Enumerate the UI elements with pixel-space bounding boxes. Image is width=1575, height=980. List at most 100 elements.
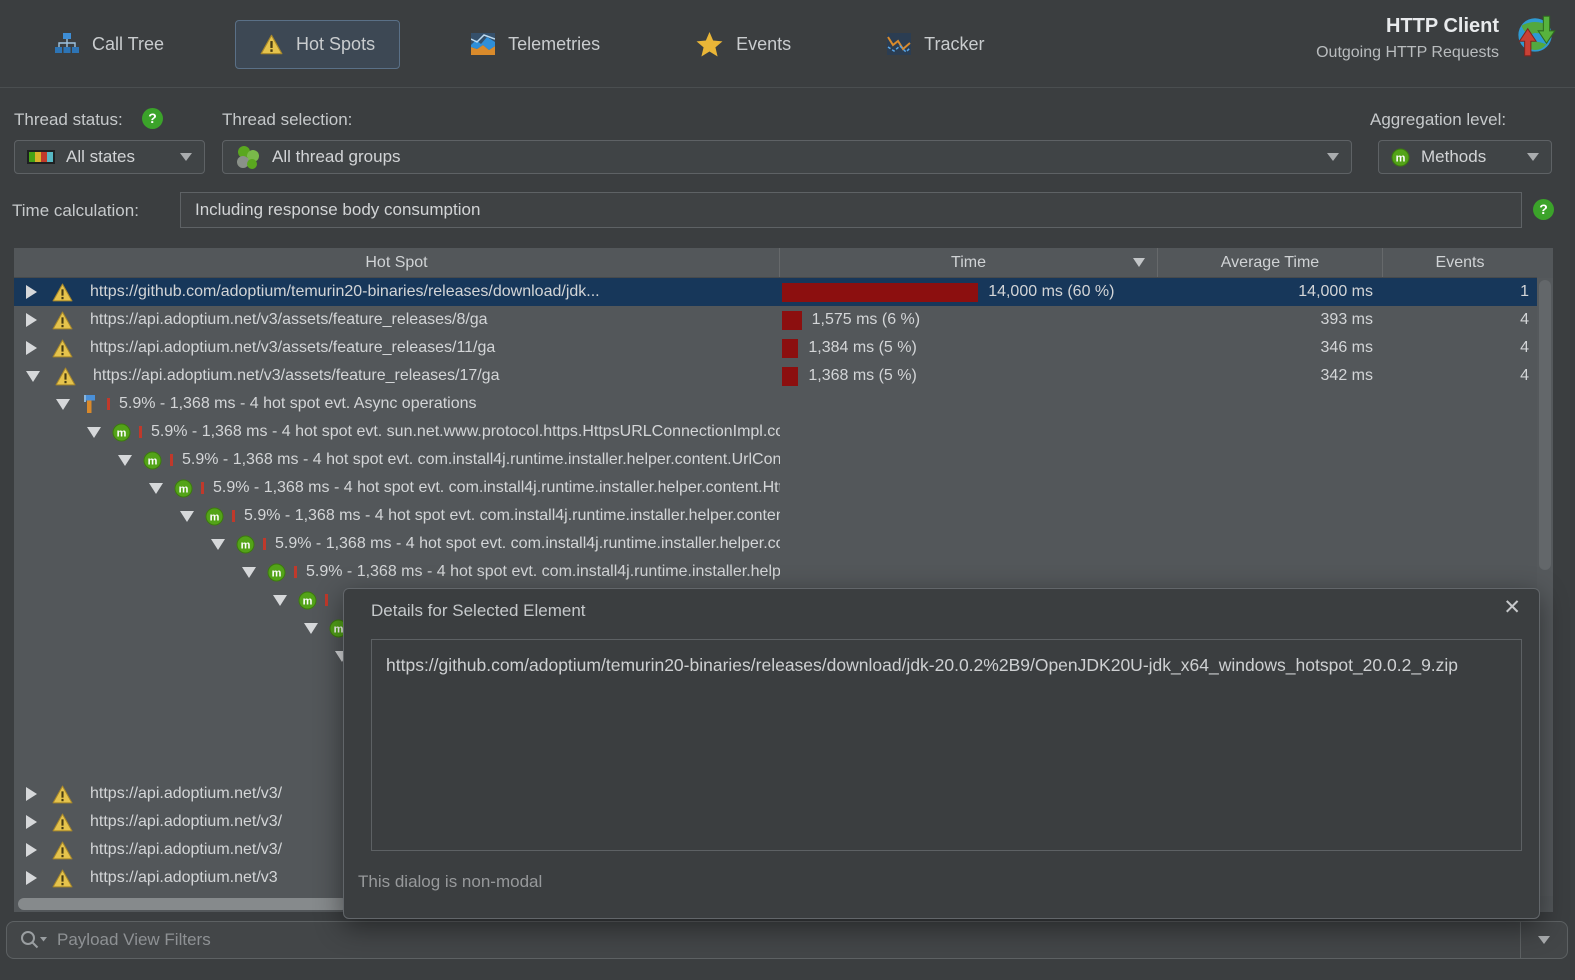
hotspot-url: https://api.adoptium.net/v3/ — [90, 785, 283, 802]
hotspot-url: https://api.adoptium.net/v3/assets/featu… — [90, 339, 496, 356]
tree-node-label: 5.9% - 1,368 ms - 4 hot spot evt. com.in… — [182, 451, 780, 468]
thread-status-label: Thread status: — [14, 110, 123, 129]
collapse-arrow-icon[interactable] — [211, 538, 225, 550]
hotspot-marker-icon — [325, 594, 328, 606]
aggregation-dropdown[interactable]: m Methods — [1378, 140, 1552, 174]
collapse-arrow-icon[interactable] — [56, 398, 70, 410]
expand-arrow-icon[interactable] — [26, 313, 37, 327]
tracker-icon — [887, 33, 912, 55]
tab-events[interactable]: Events — [671, 18, 816, 71]
column-header-events[interactable]: Events — [1383, 248, 1537, 277]
warning-icon — [52, 841, 73, 860]
tree-row[interactable]: m 5.9% - 1,368 ms - 4 hot spot evt. sun.n… — [14, 418, 1537, 446]
collapse-arrow-icon[interactable] — [87, 426, 101, 438]
column-header-time[interactable]: Time — [780, 248, 1158, 277]
table-row[interactable]: https://api.adoptium.net/v3/assets/featu… — [14, 334, 1537, 362]
time-value: 1,384 ms (5 %) — [808, 339, 917, 356]
payload-filter-input[interactable] — [55, 929, 1520, 951]
thread-groups-icon — [235, 144, 261, 170]
chevron-down-icon — [1527, 153, 1539, 161]
table-row[interactable]: https://api.adoptium.net/v3/assets/featu… — [14, 362, 1537, 390]
table-row[interactable]: https://github.com/adoptium/temurin20-bi… — [14, 278, 1537, 306]
method-icon: m — [236, 535, 255, 554]
dialog-content[interactable]: https://github.com/adoptium/temurin20-bi… — [371, 639, 1522, 851]
tree-cell: m 5.9% - 1,368 ms - 4 hot spot evt. com.i… — [14, 563, 780, 582]
probe-title: HTTP Client — [1386, 15, 1499, 37]
tree-row[interactable]: m 5.9% - 1,368 ms - 4 hot spot evt. com.i… — [14, 558, 1537, 586]
average-time-cell: 14,000 ms — [1298, 283, 1373, 300]
tree-row[interactable]: m 5.9% - 1,368 ms - 4 hot spot evt. com.i… — [14, 474, 1537, 502]
collapse-arrow-icon[interactable] — [180, 510, 194, 522]
sort-descending-icon[interactable] — [1133, 258, 1145, 267]
time-value: 1,368 ms (5 %) — [808, 367, 917, 384]
tree-node-label: 5.9% - 1,368 ms - 4 hot spot evt. sun.ne… — [151, 423, 780, 440]
time-calculation-value: Including response body consumption — [195, 200, 481, 219]
column-header-label: Hot Spot — [365, 253, 428, 271]
svg-text:?: ? — [1539, 201, 1548, 217]
async-operations-icon — [81, 394, 99, 414]
svg-text:m: m — [272, 567, 282, 579]
close-icon[interactable]: ✕ — [1503, 595, 1521, 620]
expand-arrow-icon[interactable] — [26, 787, 37, 801]
expand-arrow-icon[interactable] — [26, 843, 37, 857]
tree-node-label: 5.9% - 1,368 ms - 4 hot spot evt. com.in… — [275, 535, 780, 552]
vertical-scrollbar-thumb[interactable] — [1539, 280, 1551, 570]
method-icon: m — [112, 423, 131, 442]
collapse-arrow-icon[interactable] — [242, 566, 256, 578]
search-icon[interactable] — [19, 929, 47, 951]
time-bar — [782, 282, 979, 302]
thread-status-dropdown[interactable]: All states — [14, 140, 205, 174]
tree-node-label: 5.9% - 1,368 ms - 4 hot spot evt. com.in… — [306, 563, 780, 580]
tab-hot-spots[interactable]: Hot Spots — [235, 19, 401, 69]
collapse-arrow-icon[interactable] — [304, 622, 318, 634]
hotspot-marker-icon — [170, 454, 173, 466]
horizontal-scrollbar-thumb[interactable] — [18, 898, 348, 910]
method-icon: m — [205, 507, 224, 526]
tree-row[interactable]: m 5.9% - 1,368 ms - 4 hot spot evt. com.i… — [14, 530, 1537, 558]
tab-telemetries[interactable]: Telemetries — [446, 19, 625, 69]
collapse-arrow-icon[interactable] — [26, 370, 40, 382]
chevron-down-icon — [180, 153, 192, 161]
events-cell: 4 — [1520, 367, 1529, 384]
tab-tracker[interactable]: Tracker — [862, 19, 1009, 69]
tree-cell: m 5.9% - 1,368 ms - 4 hot spot evt. sun.n… — [14, 423, 780, 442]
expand-arrow-icon[interactable] — [26, 815, 37, 829]
collapse-arrow-icon[interactable] — [149, 482, 163, 494]
app-root: Call Tree Hot Spots Telemetries Events Track… — [0, 0, 1575, 980]
expand-arrow-icon[interactable] — [26, 871, 37, 885]
events-cell: 1 — [1520, 283, 1529, 300]
hotspot-marker-icon — [139, 426, 142, 438]
time-cell: 14,000 ms (60 %) — [780, 282, 1158, 302]
hotspot-cell: https://api.adoptium.net/v3/assets/featu… — [14, 339, 780, 358]
time-calculation-help-icon[interactable]: ? — [1532, 198, 1555, 221]
svg-text:m: m — [117, 427, 127, 439]
column-header-hot-spot[interactable]: Hot Spot — [14, 248, 780, 277]
expand-arrow-icon[interactable] — [26, 341, 37, 355]
svg-text:m: m — [210, 511, 220, 523]
thread-selection-dropdown[interactable]: All thread groups — [222, 140, 1352, 174]
svg-text:m: m — [1396, 152, 1406, 164]
dialog-title: Details for Selected Element — [371, 601, 586, 620]
chevron-down-icon — [1327, 153, 1339, 161]
hot-spots-icon — [260, 34, 283, 55]
tab-label: Events — [736, 33, 792, 54]
column-header-average-time[interactable]: Average Time — [1158, 248, 1383, 277]
expand-arrow-icon[interactable] — [26, 285, 37, 299]
tab-call-tree[interactable]: Call Tree — [30, 19, 189, 69]
chevron-down-icon — [1538, 936, 1550, 944]
table-row[interactable]: https://api.adoptium.net/v3/assets/featu… — [14, 306, 1537, 334]
column-header-label: Events — [1435, 253, 1485, 271]
payload-filter-dropdown-button[interactable] — [1520, 922, 1567, 958]
svg-text:m: m — [241, 539, 251, 551]
collapse-arrow-icon[interactable] — [118, 454, 132, 466]
hotspot-url: https://api.adoptium.net/v3/ — [90, 841, 283, 858]
time-bar — [782, 310, 802, 330]
time-calculation-field[interactable]: Including response body consumption — [180, 192, 1522, 228]
collapse-arrow-icon[interactable] — [273, 594, 287, 606]
warning-icon — [52, 785, 73, 804]
tree-row[interactable]: m 5.9% - 1,368 ms - 4 hot spot evt. com.i… — [14, 446, 1537, 474]
tree-row[interactable]: m 5.9% - 1,368 ms - 4 hot spot evt. com.i… — [14, 502, 1537, 530]
tree-row[interactable]: 5.9% - 1,368 ms - 4 hot spot evt. Async … — [14, 390, 1537, 418]
thread-status-help-icon[interactable]: ? — [141, 107, 164, 130]
svg-text:m: m — [303, 595, 313, 607]
